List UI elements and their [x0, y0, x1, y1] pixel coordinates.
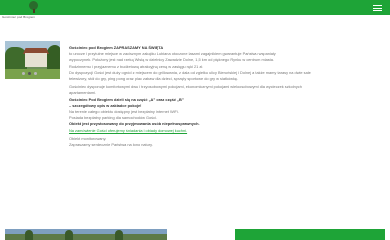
hamburger-icon[interactable]	[373, 5, 382, 11]
site-logo[interactable]: Gościniec pod Brogiem	[2, 1, 42, 19]
slider-dot[interactable]	[34, 72, 37, 75]
gallery-image[interactable]	[5, 229, 167, 240]
slider-dots	[22, 72, 42, 76]
intro-title-rest: ZAPRASZAMY NA ŚWIĘTA	[112, 45, 164, 50]
slider-dot[interactable]	[22, 72, 25, 75]
slider-dot-active[interactable]	[28, 72, 31, 75]
gallery-tree	[115, 230, 123, 240]
logo-text: Gościniec pod Brogiem	[2, 15, 36, 19]
hamburger-line	[373, 7, 382, 9]
slide-trees	[47, 45, 60, 71]
hamburger-line	[373, 10, 382, 11]
top-bar	[0, 0, 390, 15]
slide-trees	[5, 47, 27, 71]
slide-house	[25, 53, 47, 67]
tree-trunk-shape	[33, 9, 35, 13]
contact-line: Zapraszamy serdecznie Państwa na łono na…	[69, 142, 153, 148]
gallery-tree	[25, 230, 33, 240]
gallery-tree	[65, 230, 73, 240]
intro-title: Gościniec pod Brogiem	[69, 45, 113, 50]
main-content: Gościniec pod Brogiem ZAPRASZAMY NA ŚWIĘ…	[69, 45, 381, 148]
footer-green-block	[235, 229, 385, 240]
hamburger-line	[373, 5, 382, 6]
